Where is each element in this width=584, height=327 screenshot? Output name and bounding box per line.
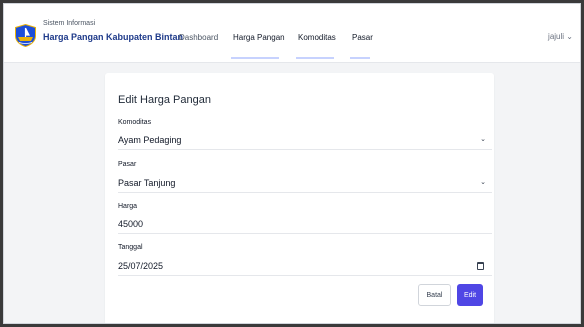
nav-harga-pangan-indicator <box>231 57 279 59</box>
calendar-icon[interactable] <box>477 262 484 270</box>
pasar-underline <box>118 192 492 193</box>
edit-form-card: Edit Harga Pangan Komoditas Ayam Pedagin… <box>105 73 494 323</box>
pasar-value: Pasar Tanjung <box>118 178 176 188</box>
pasar-label: Pasar <box>118 161 137 168</box>
nav-dashboard[interactable]: Dashboard <box>179 33 218 42</box>
form-title: Edit Harga Pangan <box>118 94 211 106</box>
tanggal-underline <box>118 275 492 276</box>
harga-underline <box>118 233 492 234</box>
komoditas-underline <box>118 149 492 150</box>
nav-harga-pangan[interactable]: Harga Pangan <box>233 33 285 42</box>
chevron-down-icon: ⌄ <box>480 179 486 186</box>
tanggal-value: 25/07/2025 <box>118 261 164 271</box>
user-menu[interactable]: jajuli ⌄ <box>548 32 573 41</box>
komoditas-label: Komoditas <box>118 119 152 126</box>
komoditas-value: Ayam Pedaging <box>118 135 182 145</box>
harga-value: 45000 <box>118 219 144 229</box>
brand-title[interactable]: Harga Pangan Kabupaten Bintan <box>43 32 183 42</box>
nav-komoditas[interactable]: Komoditas <box>298 33 336 42</box>
chevron-down-icon: ⌄ <box>480 136 486 143</box>
nav-pasar-indicator <box>350 57 370 59</box>
tanggal-label: Tanggal <box>118 244 143 251</box>
bintan-emblem-icon[interactable] <box>15 24 36 47</box>
user-menu-chevron-icon: ⌄ <box>566 32 573 41</box>
top-navbar: Sistem Informasi Harga Pangan Kabupaten … <box>4 4 580 63</box>
brand-subtitle: Sistem Informasi <box>43 20 96 27</box>
user-name: jajuli <box>548 32 565 41</box>
edit-submit-button[interactable]: Edit <box>457 284 483 306</box>
harga-label: Harga <box>118 203 138 210</box>
app-window: Sistem Informasi Harga Pangan Kabupaten … <box>3 3 581 324</box>
cancel-button[interactable]: Batal <box>418 284 451 306</box>
nav-komoditas-indicator <box>296 57 334 59</box>
nav-pasar[interactable]: Pasar <box>352 33 373 42</box>
